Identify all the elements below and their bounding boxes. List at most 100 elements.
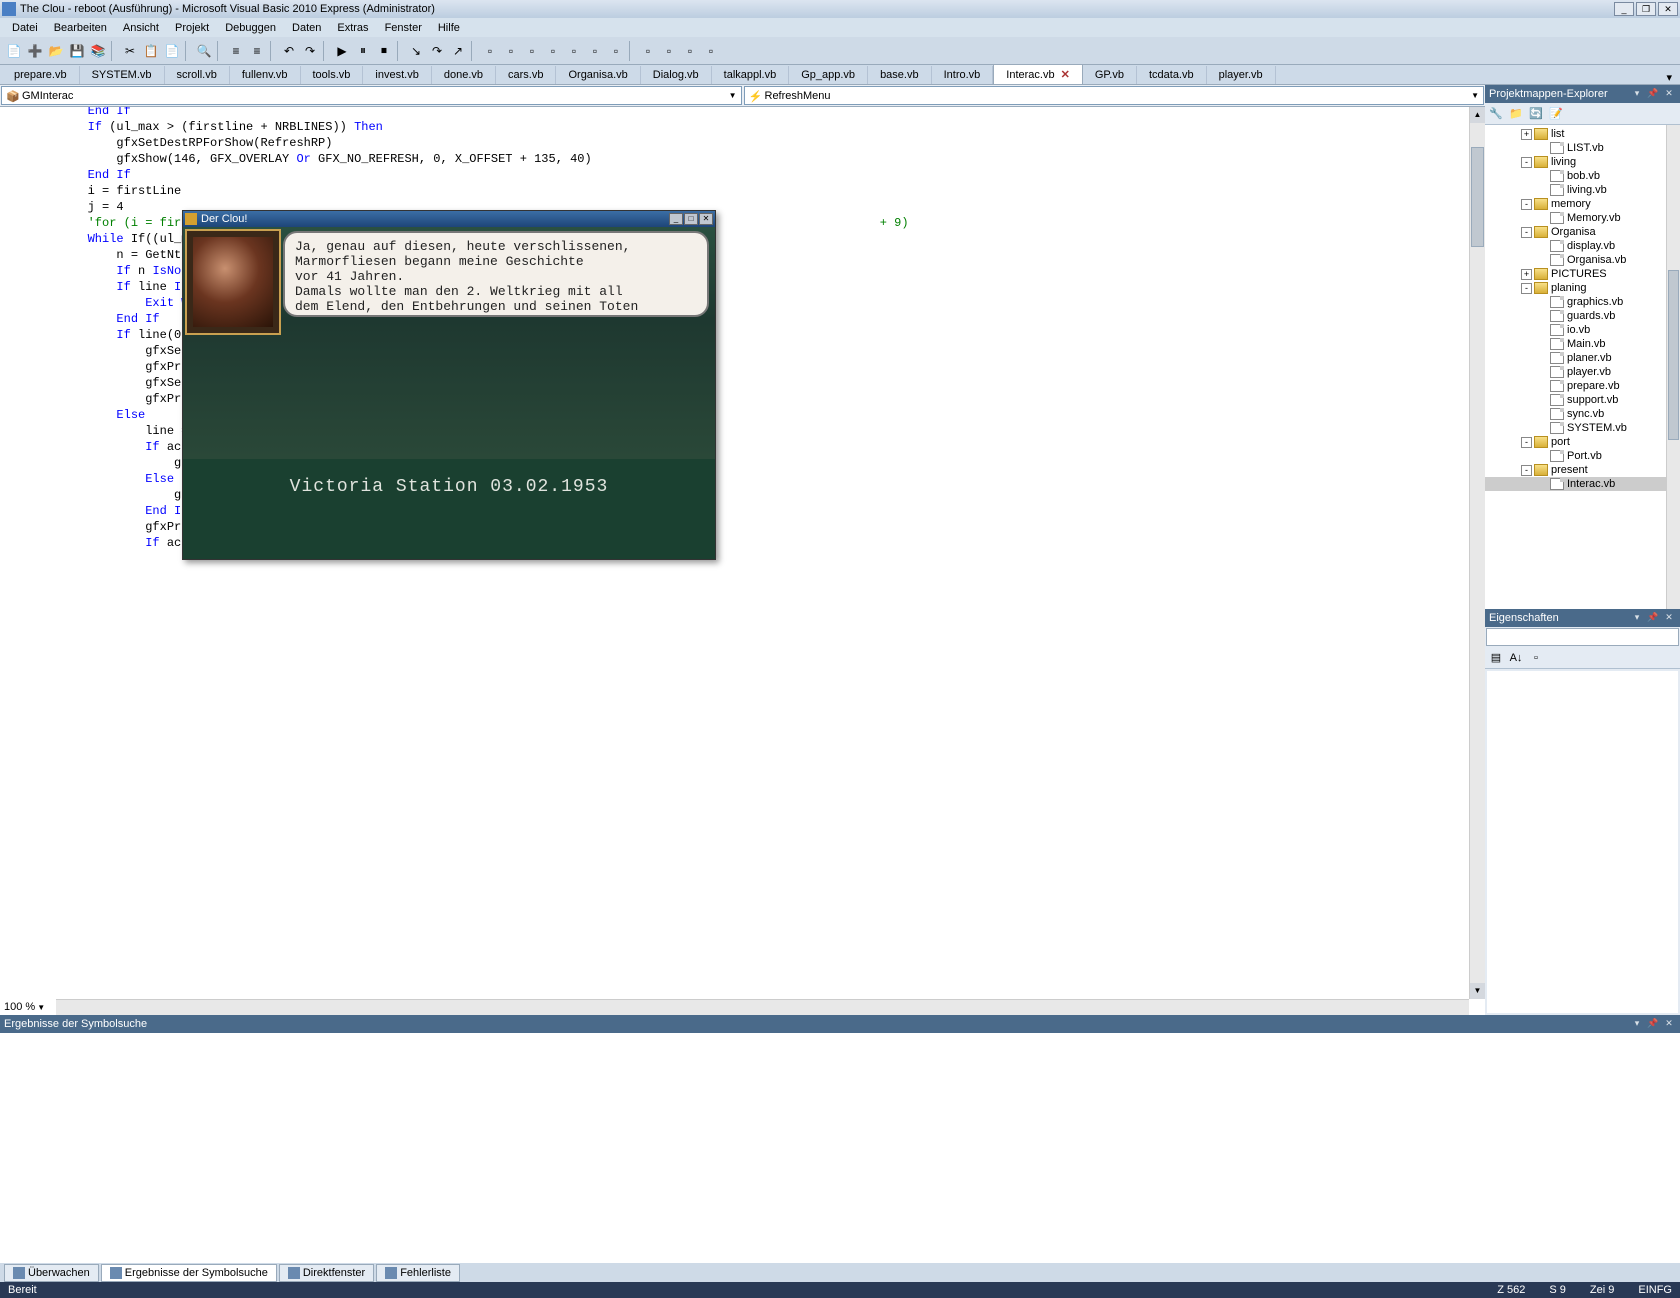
- tree-expander[interactable]: -: [1521, 157, 1532, 168]
- misc-button-5[interactable]: ▫: [564, 41, 584, 61]
- copy-button[interactable]: 📋: [141, 41, 161, 61]
- misc-button-9[interactable]: ▫: [659, 41, 679, 61]
- tree-file[interactable]: Port.vb: [1485, 449, 1680, 463]
- misc-button-3[interactable]: ▫: [522, 41, 542, 61]
- tree-expander[interactable]: -: [1521, 283, 1532, 294]
- bottom-tab-direktfenster[interactable]: Direktfenster: [279, 1264, 374, 1282]
- tree-file[interactable]: bob.vb: [1485, 169, 1680, 183]
- symbol-search-results[interactable]: [0, 1033, 1680, 1263]
- tree-folder[interactable]: +list: [1485, 127, 1680, 141]
- game-maximize-button[interactable]: □: [684, 213, 698, 225]
- panel-close-button[interactable]: ✕: [1662, 88, 1676, 100]
- tab-tools-vb[interactable]: tools.vb: [301, 66, 364, 84]
- menu-datei[interactable]: Datei: [4, 20, 46, 36]
- misc-button-7[interactable]: ▫: [606, 41, 626, 61]
- tree-expander[interactable]: -: [1521, 227, 1532, 238]
- panel-pin-button[interactable]: 📌: [1646, 88, 1660, 100]
- tree-file[interactable]: graphics.vb: [1485, 295, 1680, 309]
- scroll-thumb[interactable]: [1471, 147, 1484, 247]
- bottom-tab-ergebnisse-der-symbolsuche[interactable]: Ergebnisse der Symbolsuche: [101, 1264, 277, 1282]
- tree-expander[interactable]: +: [1521, 269, 1532, 280]
- class-dropdown[interactable]: 📦 GMInterac ▼: [1, 86, 742, 105]
- tab-Intro-vb[interactable]: Intro.vb: [932, 66, 994, 84]
- new-project-button[interactable]: 📄: [4, 41, 24, 61]
- menu-projekt[interactable]: Projekt: [167, 20, 217, 36]
- cut-button[interactable]: ✂: [120, 41, 140, 61]
- tree-file[interactable]: sync.vb: [1485, 407, 1680, 421]
- menu-hilfe[interactable]: Hilfe: [430, 20, 468, 36]
- misc-button-1[interactable]: ▫: [480, 41, 500, 61]
- tree-file[interactable]: planer.vb: [1485, 351, 1680, 365]
- tree-expander[interactable]: +: [1521, 129, 1532, 140]
- tab-GP-vb[interactable]: GP.vb: [1083, 66, 1137, 84]
- tree-expander[interactable]: -: [1521, 199, 1532, 210]
- game-scene[interactable]: Ja, genau auf diesen, heute verschlissen…: [183, 227, 715, 459]
- misc-button-4[interactable]: ▫: [543, 41, 563, 61]
- tree-file[interactable]: guards.vb: [1485, 309, 1680, 323]
- misc-button-2[interactable]: ▫: [501, 41, 521, 61]
- tab-scroll-vb[interactable]: scroll.vb: [165, 66, 230, 84]
- start-button[interactable]: ▶: [332, 41, 352, 61]
- tab-overflow-button[interactable]: ▾: [1660, 71, 1678, 84]
- menu-extras[interactable]: Extras: [329, 20, 376, 36]
- close-button[interactable]: ✕: [1658, 2, 1678, 16]
- solution-scrollbar[interactable]: [1666, 125, 1680, 609]
- tab-done-vb[interactable]: done.vb: [432, 66, 496, 84]
- menu-debuggen[interactable]: Debuggen: [217, 20, 284, 36]
- tab-tcdata-vb[interactable]: tcdata.vb: [1137, 66, 1207, 84]
- tree-file[interactable]: player.vb: [1485, 365, 1680, 379]
- tree-folder[interactable]: -planing: [1485, 281, 1680, 295]
- menu-daten[interactable]: Daten: [284, 20, 329, 36]
- bottom-pin-button[interactable]: 📌: [1646, 1018, 1660, 1030]
- break-button[interactable]: ⏸: [353, 41, 373, 61]
- properties-grid[interactable]: [1487, 671, 1678, 1013]
- tree-folder[interactable]: -present: [1485, 463, 1680, 477]
- tree-file[interactable]: Memory.vb: [1485, 211, 1680, 225]
- game-titlebar[interactable]: Der Clou! _ □ ✕: [183, 211, 715, 227]
- misc-button-6[interactable]: ▫: [585, 41, 605, 61]
- view-code-button[interactable]: 📝: [1547, 105, 1565, 123]
- method-dropdown[interactable]: ⚡ RefreshMenu ▼: [744, 86, 1485, 105]
- tree-expander[interactable]: -: [1521, 465, 1532, 476]
- scroll-up-button[interactable]: ▲: [1470, 107, 1485, 123]
- undo-button[interactable]: ↶: [279, 41, 299, 61]
- tree-folder[interactable]: -living: [1485, 155, 1680, 169]
- tree-file[interactable]: living.vb: [1485, 183, 1680, 197]
- solution-tree[interactable]: +listLIST.vb-livingbob.vbliving.vb-memor…: [1485, 125, 1680, 609]
- tree-folder[interactable]: -Organisa: [1485, 225, 1680, 239]
- tree-folder[interactable]: -port: [1485, 435, 1680, 449]
- alphabetical-button[interactable]: A↓: [1507, 649, 1525, 667]
- bottom-close-button[interactable]: ✕: [1662, 1018, 1676, 1030]
- paste-button[interactable]: 📄: [162, 41, 182, 61]
- panel-dropdown-button[interactable]: ▾: [1630, 88, 1644, 100]
- tab-fullenv-vb[interactable]: fullenv.vb: [230, 66, 301, 84]
- tree-file[interactable]: display.vb: [1485, 239, 1680, 253]
- bottom-dropdown-button[interactable]: ▾: [1630, 1018, 1644, 1030]
- tab-close-button[interactable]: ✕: [1061, 69, 1070, 81]
- game-minimize-button[interactable]: _: [669, 213, 683, 225]
- save-button[interactable]: 💾: [67, 41, 87, 61]
- tab-prepare-vb[interactable]: prepare.vb: [2, 66, 80, 84]
- tree-file[interactable]: Organisa.vb: [1485, 253, 1680, 267]
- properties-pin-button[interactable]: 📌: [1646, 612, 1660, 624]
- vertical-scrollbar[interactable]: ▲ ▼: [1469, 107, 1485, 999]
- redo-button[interactable]: ↷: [300, 41, 320, 61]
- tree-file[interactable]: Interac.vb: [1485, 477, 1680, 491]
- refresh-button[interactable]: 🔄: [1527, 105, 1545, 123]
- properties-button[interactable]: 🔧: [1487, 105, 1505, 123]
- horizontal-scrollbar[interactable]: [56, 999, 1469, 1015]
- menu-bearbeiten[interactable]: Bearbeiten: [46, 20, 115, 36]
- categorized-button[interactable]: ▤: [1487, 649, 1505, 667]
- tab-talkappl-vb[interactable]: talkappl.vb: [712, 66, 790, 84]
- tab-cars-vb[interactable]: cars.vb: [496, 66, 556, 84]
- game-close-button[interactable]: ✕: [699, 213, 713, 225]
- tab-player-vb[interactable]: player.vb: [1207, 66, 1276, 84]
- tree-folder[interactable]: +PICTURES: [1485, 267, 1680, 281]
- new-file-button[interactable]: ➕: [25, 41, 45, 61]
- tab-Organisa-vb[interactable]: Organisa.vb: [556, 66, 640, 84]
- tree-expander[interactable]: -: [1521, 437, 1532, 448]
- properties-dropdown-button[interactable]: ▾: [1630, 612, 1644, 624]
- properties-object-selector[interactable]: [1486, 628, 1679, 646]
- properties-close-button[interactable]: ✕: [1662, 612, 1676, 624]
- tab-Dialog-vb[interactable]: Dialog.vb: [641, 66, 712, 84]
